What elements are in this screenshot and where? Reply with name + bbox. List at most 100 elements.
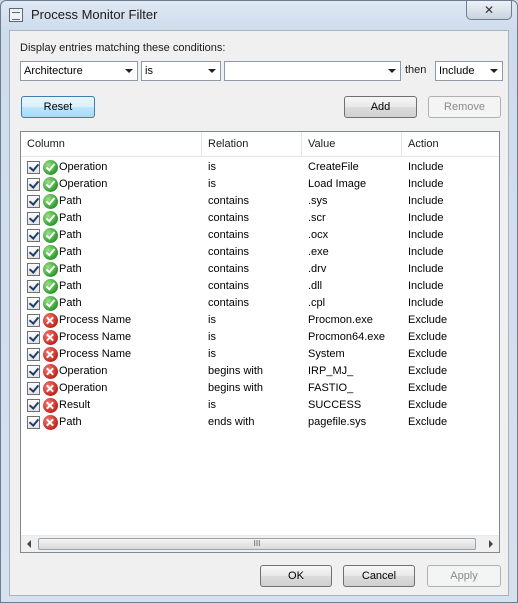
cell-value: IRP_MJ_ (308, 365, 354, 377)
chevron-down-icon (125, 69, 133, 73)
exclude-x-icon (43, 415, 58, 430)
cell-column: Process Name (59, 331, 132, 343)
table-row[interactable]: Process Name is Procmon.exe Exclude (21, 312, 499, 329)
cell-value: .scr (308, 212, 326, 224)
cancel-button[interactable]: Cancel (343, 565, 415, 587)
include-check-icon (43, 228, 58, 243)
scroll-thumb[interactable]: III (38, 538, 476, 550)
remove-button[interactable]: Remove (428, 96, 501, 118)
table-row[interactable]: Result is SUCCESS Exclude (21, 397, 499, 414)
row-checkbox[interactable] (27, 212, 40, 225)
table-row[interactable]: Path contains .exe Include (21, 244, 499, 261)
table-row[interactable]: Path ends with pagefile.sys Exclude (21, 414, 499, 431)
cell-action: Exclude (408, 331, 448, 343)
cell-column: Path (59, 212, 82, 224)
row-checkbox[interactable] (27, 178, 40, 191)
cell-column: Path (59, 297, 82, 309)
list-header: Column Relation Value Action (21, 132, 499, 157)
table-row[interactable]: Path contains .cpl Include (21, 295, 499, 312)
table-row[interactable]: Process Name is System Exclude (21, 346, 499, 363)
row-checkbox[interactable] (27, 416, 40, 429)
column-dropdown[interactable]: Architecture (20, 61, 138, 81)
cell-action: Exclude (408, 416, 448, 428)
table-row[interactable]: Path contains .dll Include (21, 278, 499, 295)
exclude-x-icon (43, 313, 58, 328)
row-checkbox[interactable] (27, 348, 40, 361)
table-row[interactable]: Path contains .ocx Include (21, 227, 499, 244)
row-checkbox[interactable] (27, 399, 40, 412)
cell-relation: contains (208, 263, 249, 275)
horizontal-scrollbar[interactable]: III (21, 535, 499, 552)
table-row[interactable]: Operation is CreateFile Include (21, 159, 499, 176)
title-bar[interactable]: Process Monitor Filter ✕ (1, 1, 517, 29)
row-checkbox[interactable] (27, 314, 40, 327)
action-dropdown-value: Include (439, 65, 475, 77)
relation-dropdown[interactable]: is (141, 61, 221, 81)
cell-column: Path (59, 280, 82, 292)
header-column[interactable]: Column (21, 132, 201, 157)
include-check-icon (43, 211, 58, 226)
header-action[interactable]: Action (401, 132, 499, 157)
table-row[interactable]: Operation begins with IRP_MJ_ Exclude (21, 363, 499, 380)
cell-action: Exclude (408, 365, 448, 377)
cell-column: Operation (59, 178, 108, 190)
cell-value: Procmon64.exe (308, 331, 386, 343)
cell-relation: ends with (208, 416, 255, 428)
reset-button[interactable]: Reset (21, 96, 95, 118)
cell-relation: begins with (208, 365, 264, 377)
chevron-down-icon (490, 69, 498, 73)
list-rows: Operation is CreateFile Include Operation is L… (21, 159, 499, 431)
cell-column: Result (59, 399, 91, 411)
table-row[interactable]: Process Name is Procmon64.exe Exclude (21, 329, 499, 346)
process-monitor-filter-window: Process Monitor Filter ✕ Display entries… (0, 0, 518, 603)
value-combobox[interactable] (224, 61, 401, 81)
header-relation[interactable]: Relation (201, 132, 301, 157)
include-check-icon (43, 279, 58, 294)
table-row[interactable]: Operation is Load Image Include (21, 176, 499, 193)
row-checkbox[interactable] (27, 382, 40, 395)
cell-relation: is (208, 178, 216, 190)
exclude-x-icon (43, 381, 58, 396)
cell-action: Exclude (408, 382, 448, 394)
scroll-right-icon[interactable] (489, 540, 493, 548)
row-checkbox[interactable] (27, 263, 40, 276)
exclude-x-icon (43, 330, 58, 345)
cell-value: .ocx (308, 229, 329, 241)
table-row[interactable]: Operation begins with FASTIO_ Exclude (21, 380, 499, 397)
row-checkbox[interactable] (27, 365, 40, 378)
table-row[interactable]: Path contains .drv Include (21, 261, 499, 278)
add-button[interactable]: Add (344, 96, 417, 118)
apply-button[interactable]: Apply (427, 565, 501, 587)
cell-relation: contains (208, 280, 249, 292)
cell-column: Process Name (59, 348, 132, 360)
table-row[interactable]: Path contains .sys Include (21, 193, 499, 210)
ok-button[interactable]: OK (260, 565, 332, 587)
cell-action: Exclude (408, 314, 448, 326)
cell-action: Include (408, 280, 444, 292)
cell-value: .sys (308, 195, 328, 207)
include-check-icon (43, 245, 58, 260)
cell-action: Exclude (408, 399, 448, 411)
action-dropdown[interactable]: Include (435, 61, 503, 81)
filter-list[interactable]: Column Relation Value Action Operation is… (20, 131, 500, 553)
row-checkbox[interactable] (27, 195, 40, 208)
header-value[interactable]: Value (301, 132, 401, 157)
row-checkbox[interactable] (27, 331, 40, 344)
table-row[interactable]: Path contains .scr Include (21, 210, 499, 227)
row-checkbox[interactable] (27, 297, 40, 310)
row-checkbox[interactable] (27, 246, 40, 259)
cell-value: .dll (308, 280, 323, 292)
exclude-x-icon (43, 398, 58, 413)
row-checkbox[interactable] (27, 280, 40, 293)
cell-value: System (308, 348, 345, 360)
cell-value: SUCCESS (308, 399, 362, 411)
close-button[interactable]: ✕ (466, 1, 512, 20)
row-checkbox[interactable] (27, 229, 40, 242)
include-check-icon (43, 262, 58, 277)
cell-action: Include (408, 212, 444, 224)
cell-action: Exclude (408, 348, 448, 360)
row-checkbox[interactable] (27, 161, 40, 174)
conditions-label: Display entries matching these condition… (20, 42, 226, 54)
cell-relation: is (208, 314, 216, 326)
scroll-left-icon[interactable] (27, 540, 31, 548)
